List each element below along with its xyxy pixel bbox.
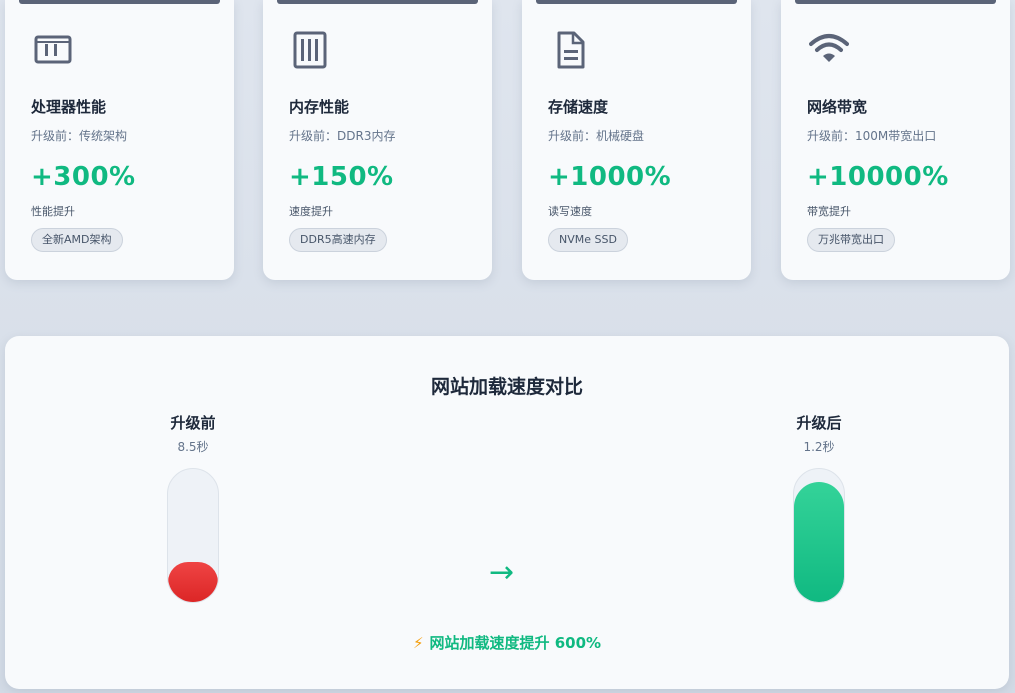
before-bar xyxy=(167,468,219,603)
before-bar-fill xyxy=(168,562,218,602)
comparison-title: 网站加载速度对比 xyxy=(430,376,583,398)
card-before: 升级前：DDR3内存 xyxy=(289,129,396,143)
before-time: 8.5秒 xyxy=(177,440,209,454)
before-column: 升级前 8.5秒 xyxy=(153,412,233,455)
after-label: 升级后 xyxy=(796,414,842,432)
card-storage: 存储速度 升级前：机械硬盘 +1000% 读写速度 NVMe SSD xyxy=(522,0,751,280)
after-bar-fill xyxy=(794,482,844,602)
card-metric: 速度提升 xyxy=(289,205,333,218)
card-metric: 带宽提升 xyxy=(807,205,851,218)
card-value: +150% xyxy=(289,162,394,192)
card-badge: DDR5高速内存 xyxy=(289,228,387,252)
card-before: 升级前：传统架构 xyxy=(31,129,128,143)
card-metric: 读写速度 xyxy=(548,205,592,218)
speed-summary: ⚡ 网站加载速度提升 600% xyxy=(5,632,1009,653)
card-value: +10000% xyxy=(807,162,949,192)
card-before: 升级前：100M带宽出口 xyxy=(807,129,937,143)
card-metric: 性能提升 xyxy=(31,205,75,218)
after-time: 1.2秒 xyxy=(803,440,835,454)
lightning-icon: ⚡ xyxy=(412,634,424,652)
card-cpu: 处理器性能 升级前：传统架构 +300% 性能提升 全新AMD架构 xyxy=(5,0,234,280)
card-title: 处理器性能 xyxy=(31,98,107,116)
card-before: 升级前：机械硬盘 xyxy=(548,129,645,143)
upgrade-cards: 处理器性能 升级前：传统架构 +300% 性能提升 全新AMD架构 内存性能 升… xyxy=(0,0,1015,282)
document-icon xyxy=(550,30,590,70)
card-value: +300% xyxy=(31,162,136,192)
card-network: 网络带宽 升级前：100M带宽出口 +10000% 带宽提升 万兆带宽出口 xyxy=(781,0,1010,280)
wifi-icon xyxy=(809,30,849,70)
after-column: 升级后 1.2秒 xyxy=(779,412,859,455)
card-badge: 全新AMD架构 xyxy=(31,228,123,252)
after-bar xyxy=(793,468,845,603)
card-title: 网络带宽 xyxy=(807,98,868,116)
card-title: 内存性能 xyxy=(289,98,350,116)
cpu-icon xyxy=(33,30,73,70)
arrow-right-icon: → xyxy=(489,555,515,590)
card-title: 存储速度 xyxy=(548,98,609,116)
memory-icon xyxy=(291,30,331,70)
before-label: 升级前 xyxy=(170,414,216,432)
card-badge: 万兆带宽出口 xyxy=(807,228,895,252)
summary-text: 网站加载速度提升 600% xyxy=(429,634,602,652)
card-value: +1000% xyxy=(548,162,672,192)
card-badge: NVMe SSD xyxy=(548,228,628,252)
card-memory: 内存性能 升级前：DDR3内存 +150% 速度提升 DDR5高速内存 xyxy=(263,0,492,280)
load-speed-comparison: 网站加载速度对比 升级前 8.5秒 → 升级后 1.2秒 ⚡ 网站加载速度提升 6… xyxy=(5,336,1009,689)
